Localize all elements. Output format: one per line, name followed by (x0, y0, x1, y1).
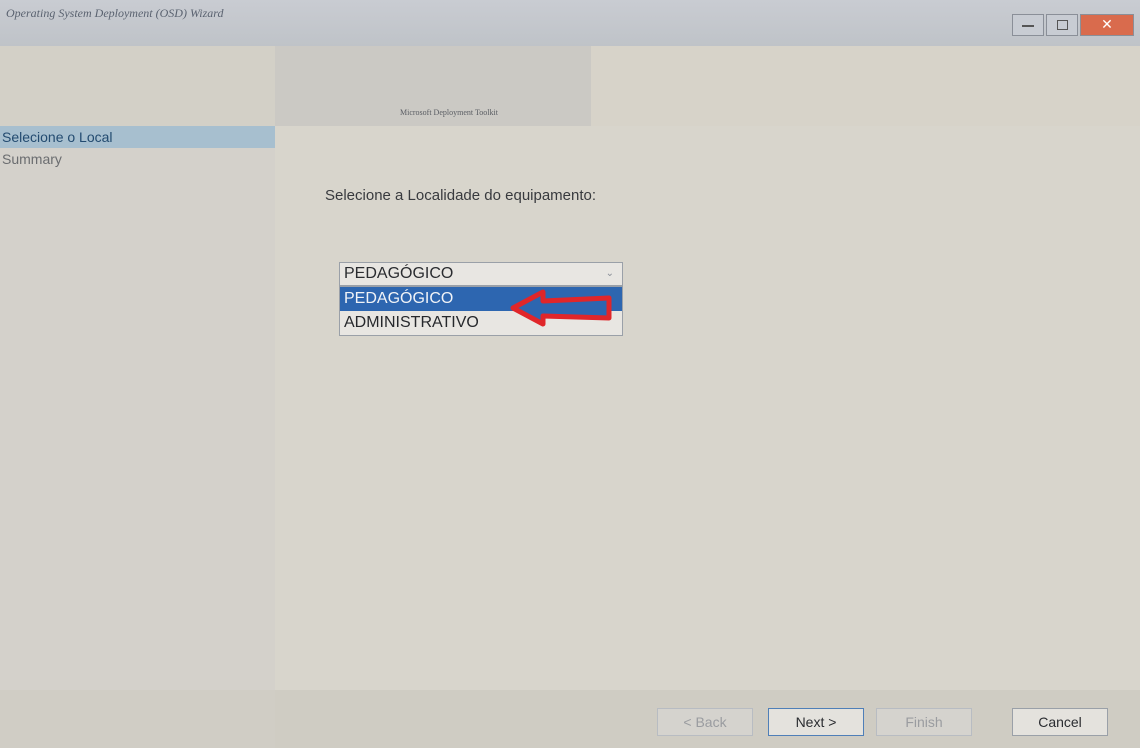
minimize-icon (1022, 25, 1034, 27)
maximize-icon (1057, 20, 1068, 30)
wizard-steps-sidebar: Selecione o Local Summary (0, 126, 275, 690)
next-button[interactable]: Next > (768, 708, 864, 736)
close-icon: ✕ (1101, 17, 1113, 33)
sidebar-item-selecione-o-local[interactable]: Selecione o Local (0, 126, 275, 148)
title-bar: Operating System Deployment (OSD) Wizard… (0, 0, 1140, 46)
logo-text: Microsoft Deployment Toolkit (400, 108, 498, 117)
window-title: Operating System Deployment (OSD) Wizard (6, 6, 224, 20)
dropdown-selected-value: PEDAGÓGICO (344, 265, 454, 282)
wizard-content: Selecione a Localidade do equipamento: P… (275, 126, 1140, 690)
button-bar: < Back Next > Finish Cancel (0, 690, 1140, 748)
wizard-banner: Microsoft Deployment Toolkit (0, 46, 1140, 126)
minimize-button[interactable] (1012, 14, 1044, 36)
finish-button[interactable]: Finish (876, 708, 972, 736)
banner-left-panel (0, 46, 275, 126)
chevron-down-icon[interactable]: ⌄ (606, 263, 614, 285)
arrow-left-icon (510, 289, 612, 327)
cancel-button[interactable]: Cancel (1012, 708, 1108, 736)
maximize-button[interactable] (1046, 14, 1078, 36)
banner-logo: Microsoft Deployment Toolkit (275, 46, 591, 126)
location-dropdown[interactable]: PEDAGÓGICO ⌄ (339, 262, 623, 286)
back-button[interactable]: < Back (657, 708, 753, 736)
close-button[interactable]: ✕ (1080, 14, 1134, 36)
sidebar-item-summary[interactable]: Summary (0, 148, 275, 170)
location-prompt: Selecione a Localidade do equipamento: (325, 187, 597, 204)
button-bar-left-panel (0, 690, 275, 748)
